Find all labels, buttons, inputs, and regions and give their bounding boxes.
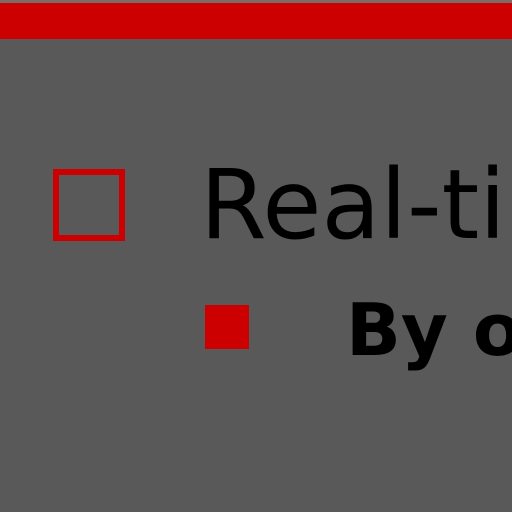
hollow-square-bullet-icon	[53, 169, 125, 241]
slide-canvas: Real-ti By o	[0, 0, 512, 512]
header-band	[0, 3, 512, 39]
bullet-text-level-2: By o	[346, 288, 512, 372]
filled-square-bullet-icon	[205, 305, 249, 349]
bullet-text-level-1: Real-ti	[200, 149, 506, 261]
